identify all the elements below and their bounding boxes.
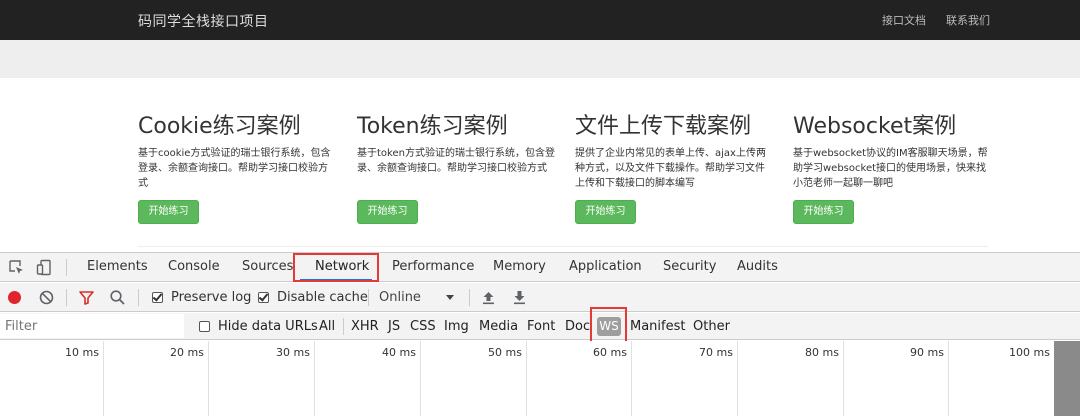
filter-icon[interactable]	[78, 289, 95, 306]
device-toolbar-icon[interactable]	[36, 259, 53, 276]
filter-type-css[interactable]: CSS	[410, 313, 436, 340]
network-toolbar: Preserve log Disable cache Online	[0, 283, 1080, 312]
filter-type-other[interactable]: Other	[693, 313, 730, 340]
filter-input[interactable]	[0, 314, 184, 338]
throttling-select[interactable]: Online	[379, 283, 421, 312]
site-navbar: 码同学全栈接口项目 接口文档 联系我们	[0, 0, 1080, 40]
tab-audits[interactable]: Audits	[737, 253, 778, 281]
tab-application[interactable]: Application	[569, 253, 642, 281]
timeline-tick: 50 ms	[421, 341, 527, 416]
timeline-tick: 80 ms	[738, 341, 844, 416]
network-timeline-overview[interactable]: 10 ms 20 ms 30 ms 40 ms 50 ms 60 ms 70 m…	[0, 341, 1080, 416]
devtools-panel: Elements Console Sources Network Perform…	[0, 252, 1080, 416]
toolbar-separator	[469, 289, 470, 306]
network-filter-bar: Hide data URLs All XHR JS CSS Img Media …	[0, 307, 1080, 345]
start-practice-button[interactable]: 开始练习	[138, 200, 199, 224]
tab-network[interactable]: Network	[315, 253, 369, 281]
site-brand[interactable]: 码同学全栈接口项目	[138, 11, 269, 31]
search-icon[interactable]	[109, 289, 126, 306]
timeline-tick: 10 ms	[0, 341, 104, 416]
card-websocket: Websocket案例 基于websocket协议的IM客服聊天场景，帮助学习w…	[793, 112, 991, 224]
card-description: 基于token方式验证的瑞士银行系统，包含登录、余额查询接口。帮助学习接口校验方…	[357, 148, 555, 174]
timeline-tick: 70 ms	[632, 341, 738, 416]
tab-security[interactable]: Security	[663, 253, 716, 281]
filter-type-img[interactable]: Img	[444, 313, 469, 340]
toolbar-separator	[66, 259, 67, 276]
start-practice-button[interactable]: 开始练习	[357, 200, 418, 224]
record-icon[interactable]	[6, 289, 23, 306]
clear-icon[interactable]	[38, 289, 55, 306]
content-divider	[138, 246, 988, 247]
tab-console[interactable]: Console	[168, 253, 220, 281]
toolbar-separator	[368, 289, 369, 306]
timeline-tick: 90 ms	[844, 341, 949, 416]
toolbar-separator	[66, 289, 67, 306]
timeline-tick: 40 ms	[315, 341, 421, 416]
toolbar-separator	[343, 318, 344, 335]
hide-data-urls-checkbox[interactable]	[199, 321, 210, 332]
disable-cache-checkbox[interactable]	[258, 292, 269, 303]
timeline-tick: 30 ms	[209, 341, 315, 416]
timeline-tick: 100 ms	[949, 341, 1055, 416]
card-title: Token练习案例	[357, 114, 508, 139]
filter-type-doc[interactable]: Doc	[565, 313, 590, 340]
card-title: 文件上传下载案例	[575, 114, 752, 139]
filter-type-ws[interactable]: WS	[597, 317, 621, 336]
tab-elements[interactable]: Elements	[87, 253, 148, 281]
disable-cache-label: Disable cache	[277, 290, 368, 305]
active-tab-indicator	[300, 279, 372, 281]
filter-type-xhr[interactable]: XHR	[351, 313, 379, 340]
throttle-dropdown-arrow-icon[interactable]	[444, 291, 456, 303]
card-token: Token练习案例 基于token方式验证的瑞士银行系统，包含登录、余额查询接口…	[357, 112, 555, 224]
card-title: Cookie练习案例	[138, 114, 301, 139]
filter-type-font[interactable]: Font	[527, 313, 555, 340]
nav-link-contact[interactable]: 联系我们	[946, 12, 990, 28]
start-practice-button[interactable]: 开始练习	[575, 200, 636, 224]
card-description: 提供了企业内常见的表单上传、ajax上传两种方式，以及文件下载操作。帮助学习文件…	[575, 148, 766, 189]
tab-performance[interactable]: Performance	[392, 253, 474, 281]
preserve-log-label: Preserve log	[171, 290, 252, 305]
start-practice-button[interactable]: 开始练习	[793, 200, 854, 224]
practice-cards: Cookie练习案例 基于cookie方式验证的瑞士银行系统，包含登录、余额查询…	[138, 112, 998, 252]
preserve-log-checkbox[interactable]	[152, 292, 163, 303]
inspect-element-icon[interactable]	[8, 259, 25, 276]
timeline-tick: 60 ms	[527, 341, 632, 416]
tab-sources[interactable]: Sources	[242, 253, 293, 281]
tab-memory[interactable]: Memory	[493, 253, 546, 281]
devtools-tab-bar: Elements Console Sources Network Perform…	[0, 253, 1080, 282]
filter-type-manifest[interactable]: Manifest	[630, 313, 685, 340]
timeline-tick: 20 ms	[104, 341, 209, 416]
card-cookie: Cookie练习案例 基于cookie方式验证的瑞士银行系统，包含登录、余额查询…	[138, 112, 336, 224]
timeline-scroll-region[interactable]	[1054, 341, 1080, 416]
jumbotron-band	[0, 40, 1080, 78]
card-description: 基于websocket协议的IM客服聊天场景，帮助学习websocket接口的使…	[793, 148, 988, 189]
filter-type-all[interactable]: All	[319, 313, 335, 340]
nav-link-api-docs[interactable]: 接口文档	[882, 12, 926, 28]
export-har-icon[interactable]	[511, 289, 528, 306]
card-file-upload: 文件上传下载案例 提供了企业内常见的表单上传、ajax上传两种方式，以及文件下载…	[575, 112, 773, 224]
hide-data-urls-label: Hide data URLs	[218, 319, 318, 334]
card-title: Websocket案例	[793, 114, 957, 139]
card-description: 基于cookie方式验证的瑞士银行系统，包含登录、余额查询接口。帮助学习接口校验…	[138, 148, 331, 189]
filter-type-media[interactable]: Media	[479, 313, 518, 340]
import-har-icon[interactable]	[480, 289, 497, 306]
filter-type-js[interactable]: JS	[388, 313, 400, 340]
toolbar-separator	[138, 289, 139, 306]
